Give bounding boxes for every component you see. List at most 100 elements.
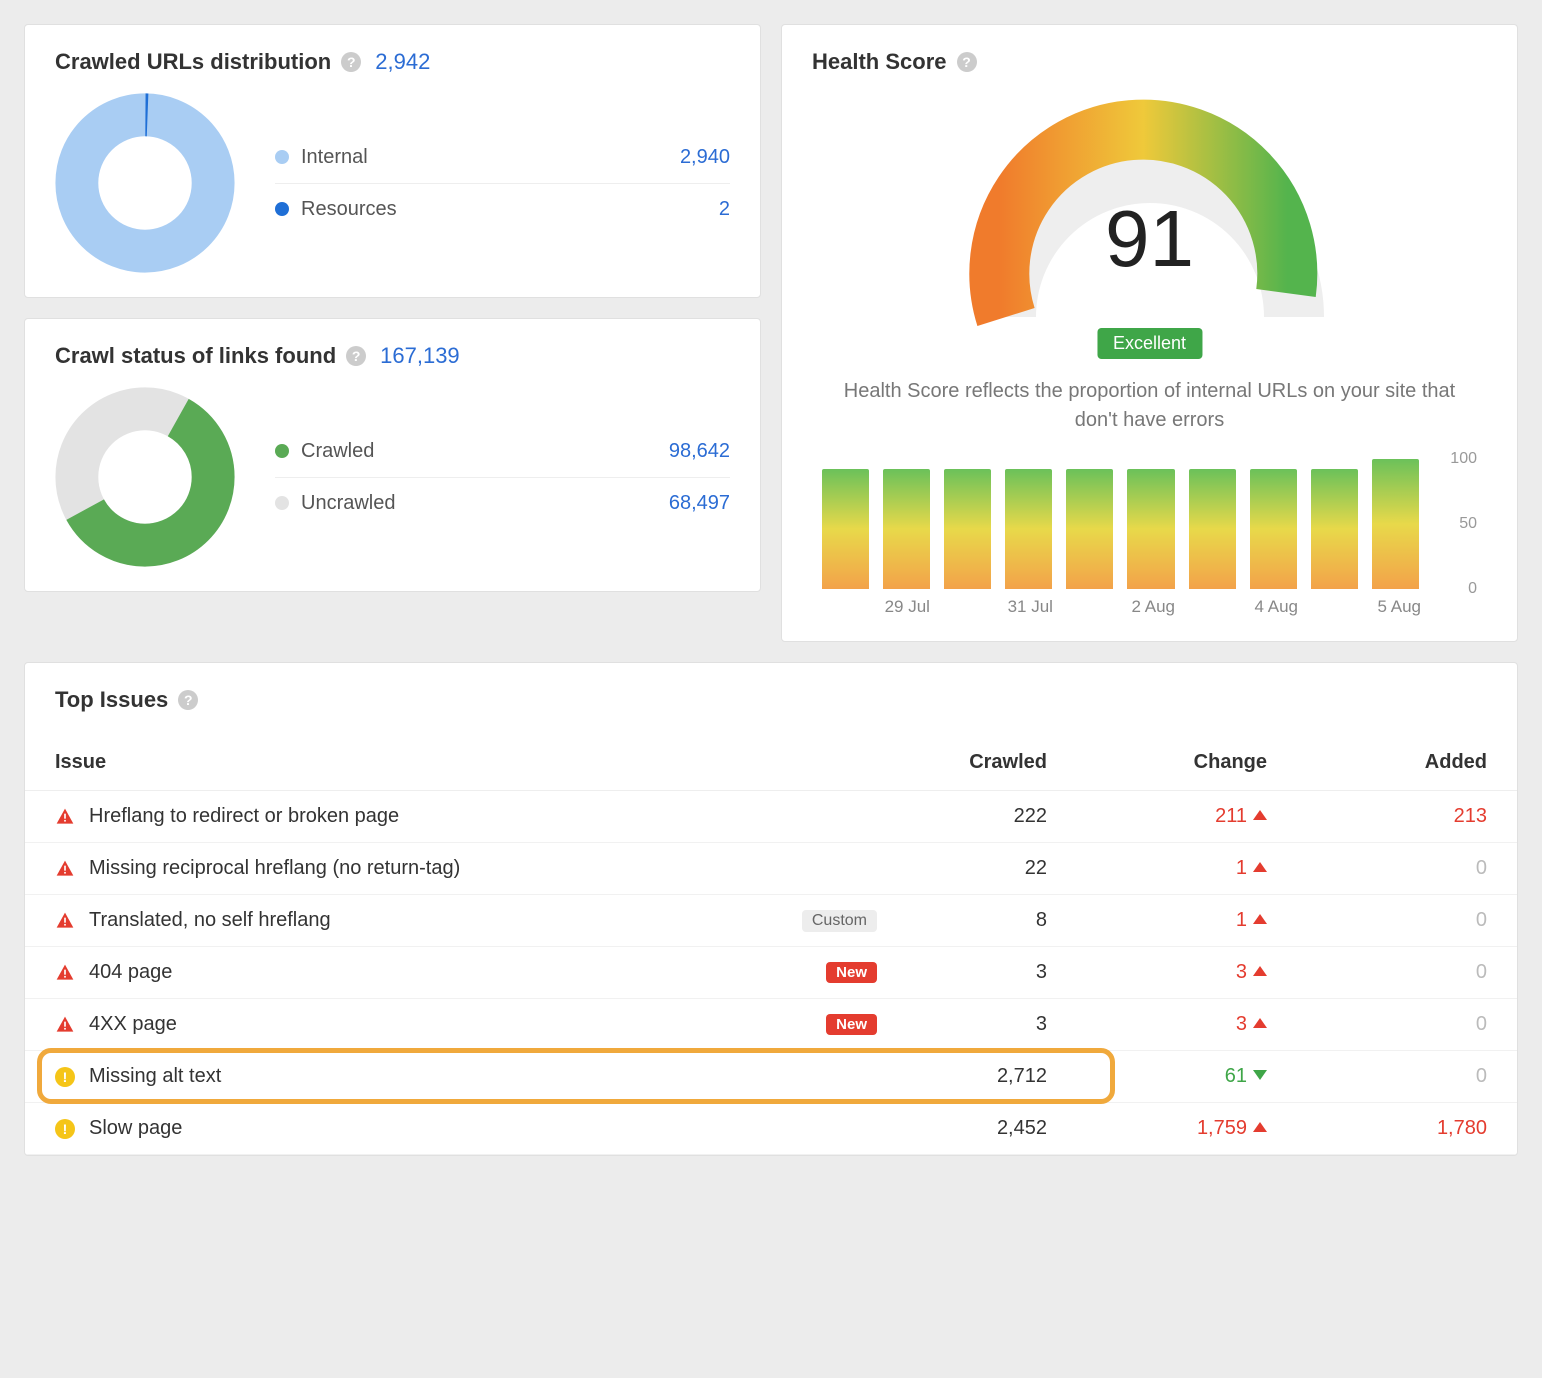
history-bar[interactable] [822, 469, 869, 589]
col-crawled[interactable]: Crawled [907, 731, 1077, 791]
issue-added: 0 [1297, 999, 1517, 1051]
top-issues-table: Issue Crawled Change Added Hreflang to r… [25, 731, 1517, 1155]
history-bar[interactable] [944, 469, 991, 589]
crawl-status-card: Crawl status of links found ? 167,139 Cr… [24, 318, 761, 592]
caret-up-icon [1253, 914, 1267, 924]
history-bar[interactable] [1189, 469, 1236, 589]
crawled-urls-donut [55, 93, 235, 273]
issue-change: 1,759 [1077, 1103, 1297, 1155]
issue-change: 61 [1077, 1051, 1297, 1103]
help-icon[interactable]: ? [341, 52, 361, 72]
legend-dot-icon [275, 202, 289, 216]
crawled-urls-legend: Internal 2,940 Resources 2 [275, 132, 730, 235]
crawl-status-donut [55, 387, 235, 567]
history-bar-label [1191, 597, 1239, 617]
table-row[interactable]: ! Missing alt text 2,712 61 0 [25, 1051, 1517, 1103]
issue-change: 1 [1077, 895, 1297, 947]
issue-change: 211 [1077, 791, 1297, 843]
issue-change: 3 [1077, 947, 1297, 999]
new-badge: New [826, 962, 877, 983]
history-bar-label: 5 Aug [1376, 597, 1424, 617]
table-row[interactable]: Missing reciprocal hreflang (no return-t… [25, 843, 1517, 895]
caret-down-icon [1253, 1070, 1267, 1080]
help-icon[interactable]: ? [178, 690, 198, 710]
col-issue[interactable]: Issue [25, 731, 907, 791]
issue-added: 213 [1297, 791, 1517, 843]
table-row[interactable]: Hreflang to redirect or broken page 222 … [25, 791, 1517, 843]
table-row[interactable]: 4XX pageNew 3 3 0 [25, 999, 1517, 1051]
new-badge: New [826, 1014, 877, 1035]
issue-crawled: 3 [907, 999, 1077, 1051]
legend-dot-icon [275, 150, 289, 164]
issue-change: 1 [1077, 843, 1297, 895]
health-gauge: 91 Excellent [940, 93, 1360, 353]
issue-added: 0 [1297, 843, 1517, 895]
legend-item[interactable]: Uncrawled68,497 [275, 478, 730, 529]
history-bar-label: 29 Jul [884, 597, 932, 617]
custom-badge: Custom [802, 910, 877, 932]
legend-value: 2 [719, 198, 730, 221]
history-bar-label [1314, 597, 1362, 617]
history-bar[interactable] [1127, 469, 1174, 589]
issue-added: 0 [1297, 1051, 1517, 1103]
legend-item[interactable]: Resources 2 [275, 184, 730, 235]
history-bar-label [822, 597, 870, 617]
table-row[interactable]: !Slow page 2,452 1,759 1,780 [25, 1103, 1517, 1155]
history-bar[interactable] [1005, 469, 1052, 589]
issue-name: Slow page [89, 1117, 877, 1140]
issue-crawled: 22 [907, 843, 1077, 895]
caret-up-icon [1253, 1122, 1267, 1132]
history-bar-label [945, 597, 993, 617]
axis-label: 0 [1468, 580, 1477, 598]
legend-label: Resources [301, 198, 397, 221]
top-issues-title: Top Issues [55, 687, 168, 713]
health-score-badge: Excellent [1097, 328, 1202, 359]
issue-crawled: 8 [907, 895, 1077, 947]
history-bar[interactable] [1066, 469, 1113, 589]
crawled-urls-title: Crawled URLs distribution [55, 49, 331, 75]
health-score-value: 91 [1105, 193, 1194, 285]
help-icon[interactable]: ? [346, 346, 366, 366]
history-bar-label: 31 Jul [1007, 597, 1055, 617]
history-bar[interactable] [1311, 469, 1358, 589]
history-bar[interactable] [883, 469, 930, 589]
history-bar[interactable] [1250, 469, 1297, 589]
issue-added: 0 [1297, 895, 1517, 947]
col-added[interactable]: Added [1297, 731, 1517, 791]
crawled-urls-card: Crawled URLs distribution ? 2,942 Intern… [24, 24, 761, 298]
legend-label: Uncrawled [301, 492, 395, 515]
axis-label: 100 [1450, 450, 1477, 468]
legend-dot-icon [275, 444, 289, 458]
legend-label: Crawled [301, 440, 374, 463]
issue-change: 3 [1077, 999, 1297, 1051]
help-icon[interactable]: ? [957, 52, 977, 72]
history-bar-label: 4 Aug [1253, 597, 1301, 617]
top-issues-card: Top Issues ? Issue Crawled Change Added … [24, 662, 1518, 1156]
warning-icon: ! [55, 1067, 75, 1087]
issue-crawled: 2,712 [907, 1051, 1077, 1103]
issue-name: Hreflang to redirect or broken page [89, 805, 877, 828]
axis-label: 50 [1459, 515, 1477, 533]
health-score-description: Health Score reflects the proportion of … [830, 377, 1470, 435]
caret-up-icon [1253, 862, 1267, 872]
table-row[interactable]: Translated, no self hreflang Custom 8 1 0 [25, 895, 1517, 947]
issue-crawled: 2,452 [907, 1103, 1077, 1155]
error-icon [55, 807, 75, 827]
table-row[interactable]: 404 pageNew 3 3 0 [25, 947, 1517, 999]
error-icon [55, 963, 75, 983]
error-icon [55, 1015, 75, 1035]
crawl-status-total[interactable]: 167,139 [380, 343, 460, 369]
error-icon [55, 911, 75, 931]
col-change[interactable]: Change [1077, 731, 1297, 791]
crawl-status-legend: Crawled98,642Uncrawled68,497 [275, 426, 730, 529]
legend-item[interactable]: Crawled98,642 [275, 426, 730, 478]
history-bar[interactable] [1372, 459, 1419, 589]
crawled-urls-total[interactable]: 2,942 [375, 49, 430, 75]
issue-name: Missing alt text [89, 1065, 877, 1088]
legend-label: Internal [301, 146, 368, 169]
issue-name: Translated, no self hreflang [89, 909, 792, 932]
issue-added: 1,780 [1297, 1103, 1517, 1155]
issue-crawled: 222 [907, 791, 1077, 843]
legend-item[interactable]: Internal 2,940 [275, 132, 730, 184]
legend-value: 2,940 [680, 146, 730, 169]
